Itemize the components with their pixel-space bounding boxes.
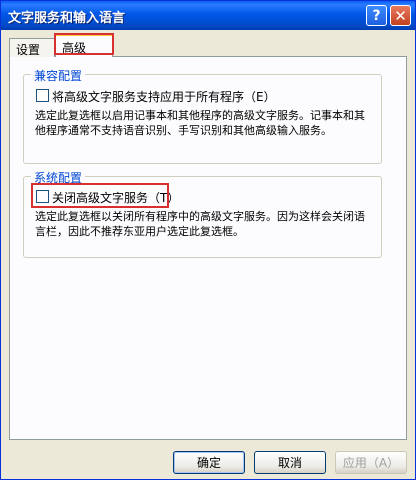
tab-settings-label: 设置	[16, 43, 41, 57]
help-icon: ?	[372, 7, 381, 24]
compat-description: 选定此复选框以启用记事本和其他程序的高级文字服务。记事本和其他程序通常不支持语音…	[35, 109, 365, 137]
cancel-button[interactable]: 取消	[254, 451, 326, 474]
ok-button[interactable]: 确定	[173, 451, 245, 474]
highlight-box-tab	[54, 33, 114, 55]
dialog-window: 文字服务和输入语言 ? ✕ 设置 高级 兼容配置 将高级文字服务支持应用于所有程…	[0, 0, 416, 480]
highlight-box-checkbox	[31, 183, 169, 208]
close-button[interactable]: ✕	[390, 5, 411, 26]
help-button[interactable]: ?	[366, 5, 387, 26]
title-bar[interactable]: 文字服务和输入语言 ? ✕	[1, 1, 415, 30]
system-description: 选定此复选框以关闭所有程序中的高级文字服务。因为这样会关闭语言栏，因此不推荐东亚…	[35, 210, 365, 238]
close-icon: ✕	[394, 6, 407, 25]
compat-group-legend: 兼容配置	[31, 67, 86, 84]
tab-settings[interactable]: 设置	[9, 38, 55, 57]
apply-button[interactable]: 应用（A）	[335, 451, 407, 474]
compat-checkbox[interactable]	[36, 89, 49, 102]
compat-checkbox-label[interactable]: 将高级文字服务支持应用于所有程序（E）	[52, 88, 276, 105]
window-title: 文字服务和输入语言	[8, 11, 126, 26]
